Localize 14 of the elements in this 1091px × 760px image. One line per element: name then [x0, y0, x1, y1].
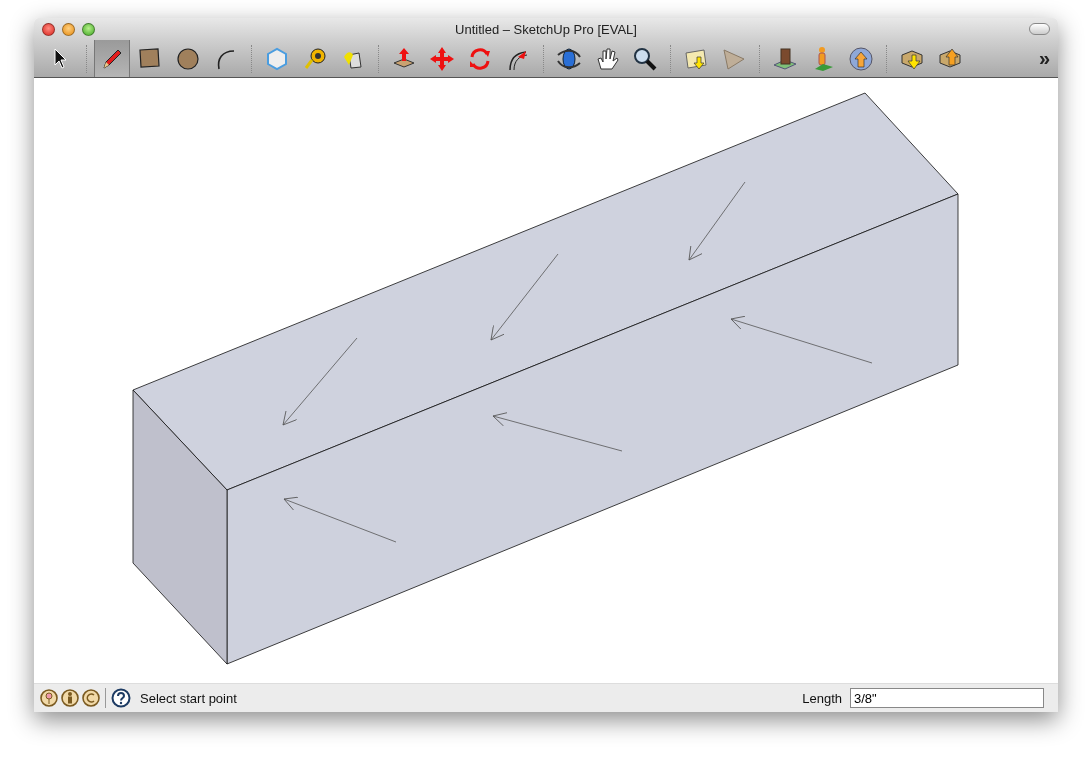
help-icon[interactable]: [111, 688, 131, 709]
credits-icon[interactable]: [82, 689, 100, 708]
status-message: Select start point: [140, 690, 237, 706]
close-button[interactable]: [42, 22, 55, 36]
overflow-button[interactable]: »: [1036, 47, 1052, 71]
minimize-button[interactable]: [62, 22, 75, 36]
zoom-button[interactable]: [82, 22, 95, 36]
globe-upload-icon: [847, 44, 875, 73]
window-title: Untitled – SketchUp Pro [EVAL]: [455, 21, 637, 37]
toolbar-toggle-button[interactable]: [1029, 23, 1050, 36]
geo-location-icon[interactable]: [40, 689, 58, 708]
measurement-label: Length: [802, 690, 842, 706]
measurement-field[interactable]: 3/8": [850, 688, 1044, 709]
pencil-tool-button[interactable]: [94, 40, 130, 78]
